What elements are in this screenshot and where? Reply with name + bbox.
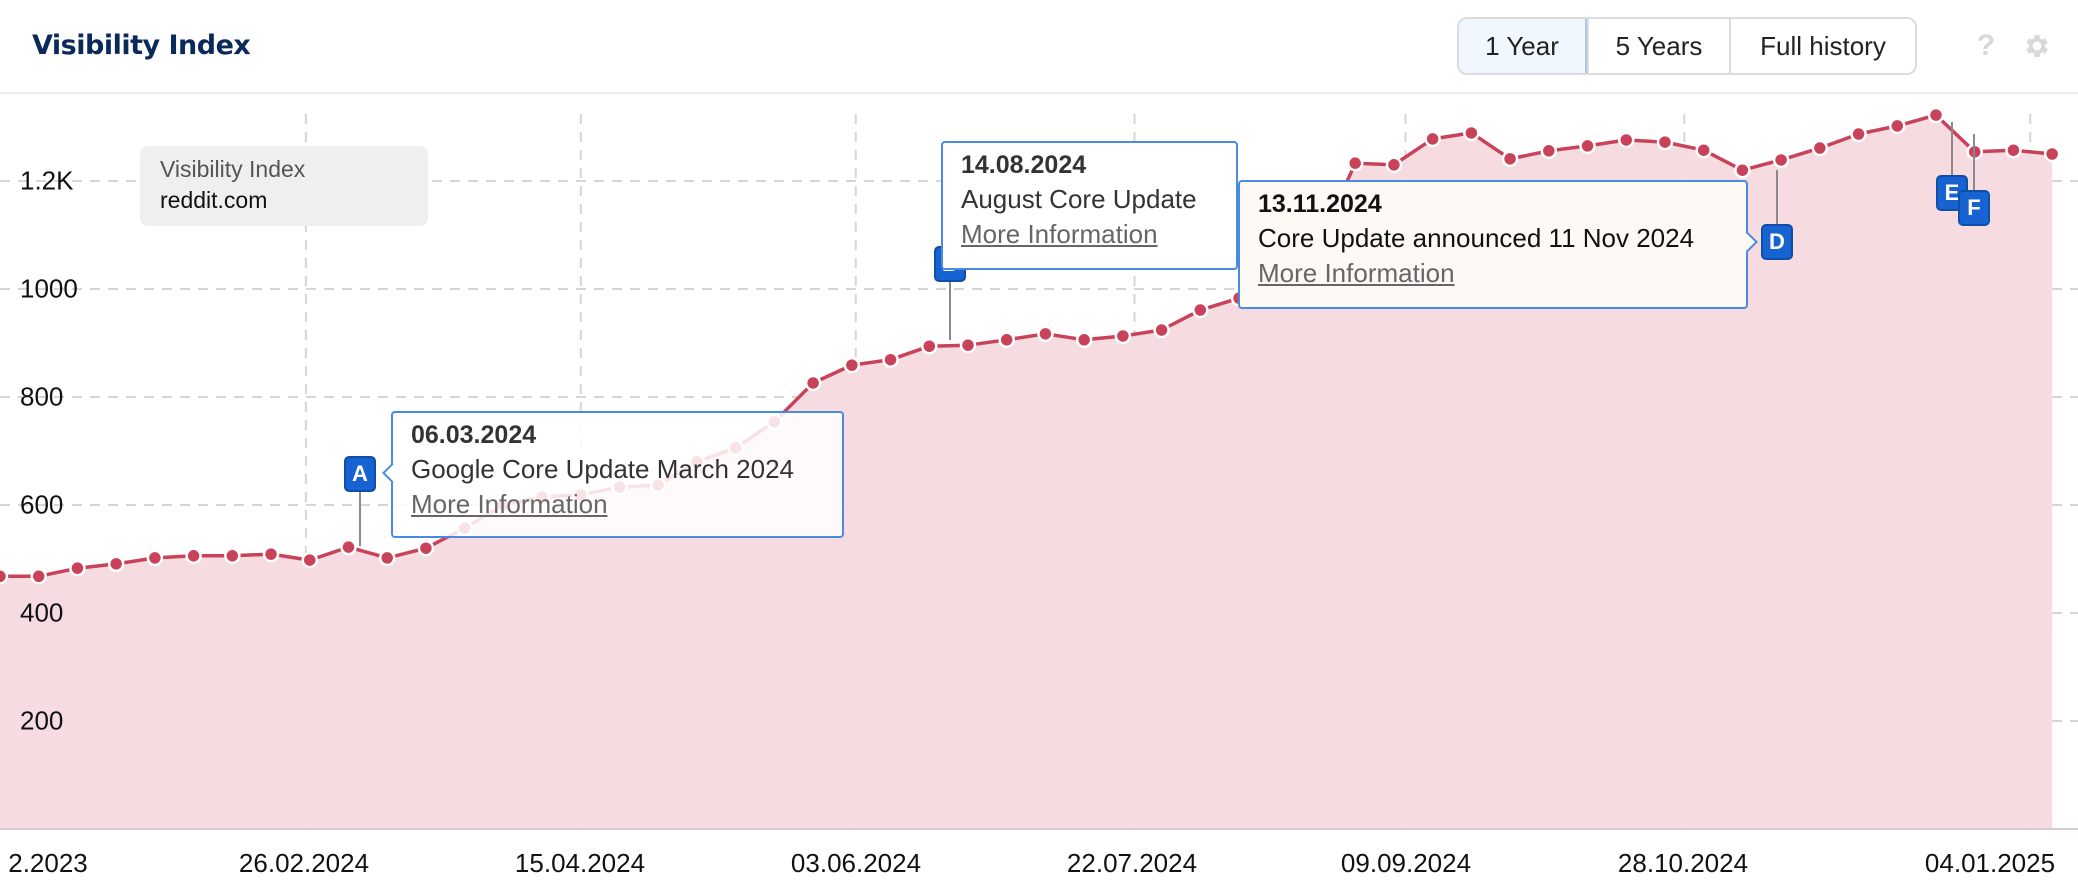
- data-point[interactable]: [107, 555, 125, 573]
- data-point[interactable]: [882, 351, 899, 368]
- data-point[interactable]: [1889, 117, 1906, 135]
- chart-title: Visibility Index: [32, 30, 251, 61]
- data-point[interactable]: [1811, 139, 1829, 157]
- event-flag-f[interactable]: F: [1958, 190, 1990, 226]
- data-point[interactable]: [1424, 130, 1441, 148]
- gear-icon-glyph: [2026, 35, 2048, 57]
- data-point[interactable]: [69, 559, 86, 577]
- y-tick-label: 1000: [20, 273, 78, 304]
- data-point[interactable]: [146, 549, 164, 567]
- event-date: 13.11.2024: [1258, 190, 1382, 218]
- y-tick-label: 800: [20, 381, 64, 412]
- time-range-selector: 1 Year 5 Years Full history: [1457, 17, 1917, 75]
- more-information-link[interactable]: More Information: [1258, 258, 1728, 289]
- data-point[interactable]: [1501, 150, 1519, 168]
- more-information-link[interactable]: More Information: [961, 219, 1218, 250]
- x-tick-label: 09.09.2024: [1340, 848, 1472, 878]
- data-point[interactable]: [959, 336, 977, 354]
- y-tick-label: 1.2K: [20, 165, 74, 196]
- series-legend: Visibility Index reddit.com: [140, 146, 428, 226]
- data-point[interactable]: [185, 547, 202, 565]
- event-tooltip-a: 06.03.2024 Google Core Update March 2024…: [391, 411, 844, 538]
- event-flag-pole: [359, 492, 361, 546]
- gear-icon[interactable]: [2019, 28, 2055, 64]
- data-point[interactable]: [1463, 124, 1480, 142]
- legend-domain: reddit.com: [160, 187, 268, 213]
- event-flag-pole: [1973, 134, 1975, 190]
- event-flag-pole: [949, 282, 951, 340]
- card-header: Visibility Index 1 Year 5 Years Full his…: [0, 0, 2078, 94]
- data-point[interactable]: [1734, 161, 1751, 179]
- data-point[interactable]: [921, 337, 938, 355]
- data-point[interactable]: [804, 374, 822, 392]
- data-point[interactable]: [2005, 141, 2022, 159]
- range-1-year-button[interactable]: 1 Year: [1459, 19, 1587, 73]
- data-point[interactable]: [1114, 327, 1132, 345]
- data-point[interactable]: [1075, 331, 1093, 349]
- data-point[interactable]: [1772, 151, 1790, 169]
- event-flag-a[interactable]: A: [344, 456, 376, 492]
- data-point[interactable]: [1617, 131, 1635, 149]
- data-point[interactable]: [378, 549, 396, 567]
- x-tick-label: 26.02.2024: [238, 848, 370, 878]
- data-point[interactable]: [1656, 133, 1674, 151]
- data-point[interactable]: [301, 551, 319, 569]
- data-point[interactable]: [1192, 301, 1209, 319]
- data-point[interactable]: [1695, 141, 1712, 159]
- event-title: August Core Update: [961, 184, 1197, 214]
- event-flag-pole: [1951, 122, 1953, 175]
- event-title: Google Core Update March 2024: [411, 454, 795, 484]
- data-point[interactable]: [340, 538, 357, 556]
- data-point[interactable]: [1346, 154, 1364, 172]
- more-information-link[interactable]: More Information: [411, 489, 824, 520]
- range-full-history-button[interactable]: Full history: [1729, 19, 1915, 73]
- event-date: 14.08.2024: [961, 151, 1087, 179]
- data-point[interactable]: [0, 568, 9, 585]
- x-tick-label: 22.07.2024: [1066, 848, 1198, 878]
- range-5-years-button[interactable]: 5 Years: [1587, 19, 1729, 73]
- data-point[interactable]: [1153, 321, 1170, 339]
- help-icon[interactable]: ?: [1968, 28, 2004, 64]
- visibility-index-card: Visibility Index 1 Year 5 Years Full his…: [0, 0, 2078, 896]
- data-point[interactable]: [417, 539, 435, 557]
- data-point[interactable]: [843, 356, 861, 374]
- event-title: Core Update announced 11 Nov 2024: [1258, 223, 1695, 253]
- x-tick-label: 2.2023: [8, 848, 88, 878]
- x-tick-label: 04.01.2025: [1924, 848, 2056, 878]
- data-point[interactable]: [30, 568, 47, 585]
- data-point[interactable]: [2043, 145, 2061, 163]
- event-flag-pole: [1776, 170, 1778, 224]
- data-point[interactable]: [1540, 142, 1558, 160]
- data-point[interactable]: [1927, 106, 1945, 124]
- data-point[interactable]: [1037, 325, 1054, 343]
- data-point[interactable]: [1385, 156, 1403, 174]
- y-tick-label: 200: [20, 705, 64, 736]
- y-tick-label: 600: [20, 489, 64, 520]
- x-tick-label: 28.10.2024: [1617, 848, 1749, 878]
- event-flag-d[interactable]: D: [1761, 224, 1793, 260]
- event-date: 06.03.2024: [411, 421, 537, 449]
- data-point[interactable]: [262, 545, 280, 563]
- data-point[interactable]: [1850, 125, 1867, 143]
- x-tick-label: 15.04.2024: [514, 848, 646, 878]
- y-tick-label: 400: [20, 597, 64, 628]
- legend-title: Visibility Index: [160, 156, 306, 182]
- x-tick-label: 03.06.2024: [790, 848, 922, 878]
- data-point[interactable]: [1579, 137, 1596, 155]
- event-tooltip-d: 13.11.2024 Core Update announced 11 Nov …: [1238, 180, 1748, 309]
- data-point[interactable]: [998, 331, 1015, 349]
- event-tooltip-b: 14.08.2024 August Core Update More Infor…: [941, 141, 1238, 270]
- data-point[interactable]: [224, 547, 241, 565]
